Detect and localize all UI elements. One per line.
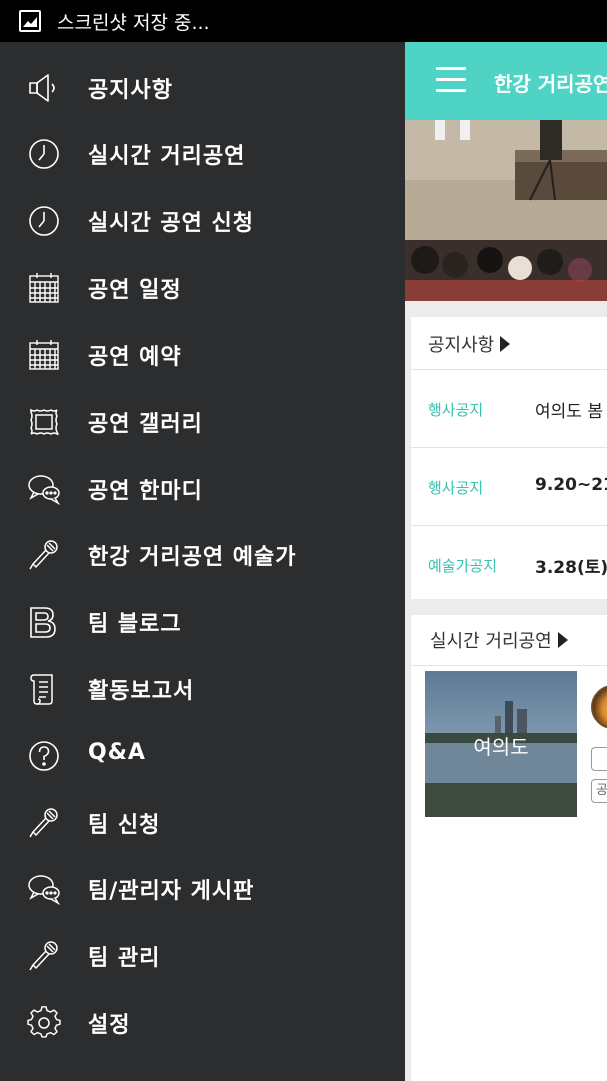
nav-item-label: 공연 일정 [88, 278, 182, 303]
microphone-icon [26, 806, 62, 840]
clock-icon [26, 137, 62, 171]
scroll-document-icon [26, 672, 62, 706]
performer-avatar[interactable] [591, 685, 607, 729]
arrow-right-icon [500, 336, 511, 352]
nav-item-team-admin-board[interactable]: 팀/관리자 게시판 [0, 856, 405, 922]
status-bar: 스크린샷 저장 중... [0, 0, 607, 42]
notice-card-title-text: 공지사항 [428, 335, 495, 356]
divider [411, 525, 607, 526]
location-label: 여의도 [473, 735, 529, 759]
app-background: 한강 거리공연 공지사항 행사공지 여의도 봄 행사공지 9.20~21 예술가… [405, 42, 607, 1081]
nav-item-reservation[interactable]: 공연 예약 [0, 322, 405, 388]
nav-item-label: 팀/관리자 게시판 [88, 879, 255, 904]
nav-item-label: 한강 거리공연 예술가 [88, 545, 297, 570]
nav-item-artists[interactable]: 한강 거리공연 예술가 [0, 522, 405, 588]
nav-item-gallery[interactable]: 공연 갤러리 [0, 389, 405, 455]
megaphone-icon [26, 71, 62, 105]
nav-item-live-performance[interactable]: 실시간 거리공연 [0, 121, 405, 187]
notice-title: 9.20~21 [535, 475, 607, 495]
nav-item-team-application[interactable]: 팀 신청 [0, 790, 405, 856]
nav-item-label: 활동보고서 [88, 679, 195, 704]
content-area [411, 825, 607, 1081]
clock-icon [26, 204, 62, 238]
notice-card-title[interactable]: 공지사항 [428, 331, 511, 357]
nav-item-label: 실시간 거리공연 [88, 144, 246, 169]
notice-category: 행사공지 [428, 479, 484, 497]
notice-card: 공지사항 행사공지 여의도 봄 행사공지 9.20~21 예술가공지 3.28(… [411, 317, 607, 599]
status-text: 스크린샷 저장 중... [57, 11, 210, 34]
nav-item-label: 공연 예약 [88, 345, 182, 370]
nav-item-team-management[interactable]: 팀 관리 [0, 923, 405, 989]
tag-badge: 공 [591, 779, 607, 803]
microphone-icon [26, 538, 62, 572]
screenshot-icon [19, 10, 41, 32]
location-thumbnail[interactable]: 여의도 [425, 671, 577, 817]
question-circle-icon [26, 739, 62, 773]
blog-b-icon [26, 605, 62, 639]
live-card-title[interactable]: 실시간 거리공연 [430, 627, 568, 653]
nav-item-label: 공연 갤러리 [88, 412, 203, 437]
nav-item-label: 실시간 공연 신청 [88, 211, 254, 236]
notice-row[interactable]: 행사공지 9.20~21 [411, 449, 607, 525]
nav-item-activity-report[interactable]: 활동보고서 [0, 656, 405, 722]
nav-item-label: Q&A [88, 740, 146, 765]
nav-item-live-application[interactable]: 실시간 공연 신청 [0, 188, 405, 254]
gear-icon [26, 1006, 62, 1040]
nav-item-qna[interactable]: Q&A [0, 723, 405, 789]
nav-item-comments[interactable]: 공연 한마디 [0, 456, 405, 522]
navigation-drawer: 공지사항 실시간 거리공연 실시간 공연 신청 공연 일정 공연 예약 공연 갤… [0, 42, 405, 1081]
divider [411, 665, 607, 666]
speech-bubbles-icon [26, 872, 62, 906]
live-card-title-text: 실시간 거리공연 [430, 631, 552, 652]
calendar-icon [26, 271, 62, 305]
live-performance-card: 실시간 거리공연 여의도 공 [411, 615, 607, 825]
app-header: 한강 거리공연 [405, 42, 607, 120]
speech-bubbles-icon [26, 472, 62, 506]
nav-item-label: 팀 블로그 [88, 612, 182, 637]
picture-frame-icon [26, 405, 62, 439]
microphone-icon [26, 939, 62, 973]
divider [411, 447, 607, 448]
notice-category: 예술가공지 [428, 557, 498, 575]
banner-photo [405, 120, 607, 301]
nav-item-settings[interactable]: 설정 [0, 990, 405, 1056]
calendar-icon [26, 338, 62, 372]
nav-item-notice[interactable]: 공지사항 [0, 55, 405, 121]
notice-row[interactable]: 예술가공지 3.28(토) [411, 527, 607, 603]
hamburger-menu-icon[interactable] [436, 67, 466, 93]
tag-badge [591, 747, 607, 771]
arrow-right-icon [557, 632, 568, 648]
nav-item-schedule[interactable]: 공연 일정 [0, 255, 405, 321]
nav-item-team-blog[interactable]: 팀 블로그 [0, 589, 405, 655]
notice-title: 3.28(토) [535, 558, 607, 578]
nav-item-label: 공연 한마디 [88, 479, 203, 504]
divider [411, 369, 607, 370]
app-title: 한강 거리공연 [494, 72, 607, 96]
nav-item-label: 팀 신청 [88, 813, 161, 838]
nav-item-label: 공지사항 [88, 78, 173, 103]
nav-item-label: 팀 관리 [88, 946, 161, 971]
nav-item-label: 설정 [88, 1013, 131, 1038]
notice-title: 여의도 봄 [535, 402, 603, 422]
notice-category: 행사공지 [428, 401, 484, 419]
notice-row[interactable]: 행사공지 여의도 봄 [411, 371, 607, 447]
